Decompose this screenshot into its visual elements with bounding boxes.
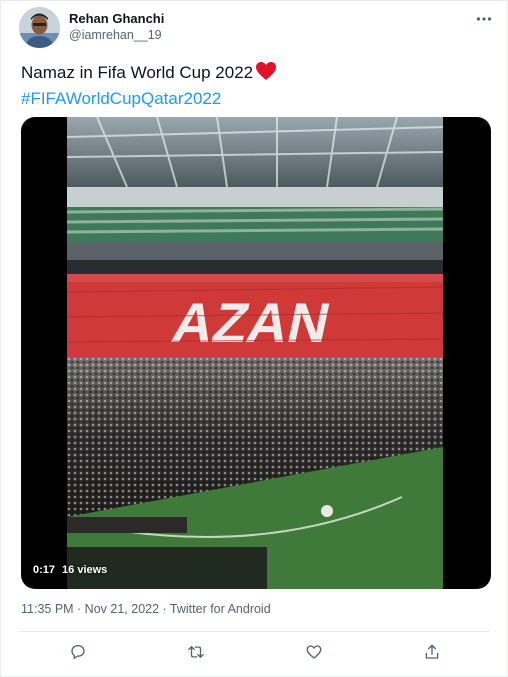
video-duration: 0:17: [33, 564, 56, 576]
stadium-banner-text: AZAN: [167, 292, 336, 354]
tweet-card: Rehan Ghanchi @iamrehan__19 Namaz in Fif…: [0, 0, 508, 677]
divider: [19, 631, 489, 632]
user-display-name[interactable]: Rehan Ghanchi: [69, 11, 164, 26]
retweet-icon: [187, 643, 205, 666]
like-icon: [305, 643, 323, 666]
video-player[interactable]: AZAN 0:17 16 views: [21, 117, 491, 589]
hashtag-link[interactable]: #FIFAWorldCupQatar2022: [21, 87, 491, 110]
reply-button[interactable]: [65, 641, 91, 667]
more-options-icon[interactable]: [475, 10, 493, 28]
avatar-image: [19, 7, 60, 48]
retweet-button[interactable]: [183, 641, 209, 667]
user-avatar[interactable]: [19, 7, 60, 48]
tweet-timestamp[interactable]: 11:35 PM · Nov 21, 2022 · Twitter for An…: [21, 602, 271, 616]
red-heart-icon: [255, 61, 277, 87]
video-info-overlay: 0:17 16 views: [33, 564, 107, 576]
like-button[interactable]: [301, 641, 327, 667]
user-handle[interactable]: @iamrehan__19: [69, 28, 162, 42]
share-button[interactable]: [419, 641, 445, 667]
tweet-body: Namaz in Fifa World Cup 2022: [21, 63, 254, 82]
reply-icon: [69, 643, 87, 666]
stadium-video-frame: AZAN: [67, 117, 443, 589]
tweet-header: Rehan Ghanchi @iamrehan__19: [19, 7, 497, 49]
tweet-actions-bar: [1, 637, 508, 671]
video-view-count: 16 views: [62, 564, 108, 576]
tweet-text: Namaz in Fifa World Cup 2022 #FIFAWorldC…: [21, 61, 491, 110]
share-icon: [423, 643, 441, 666]
